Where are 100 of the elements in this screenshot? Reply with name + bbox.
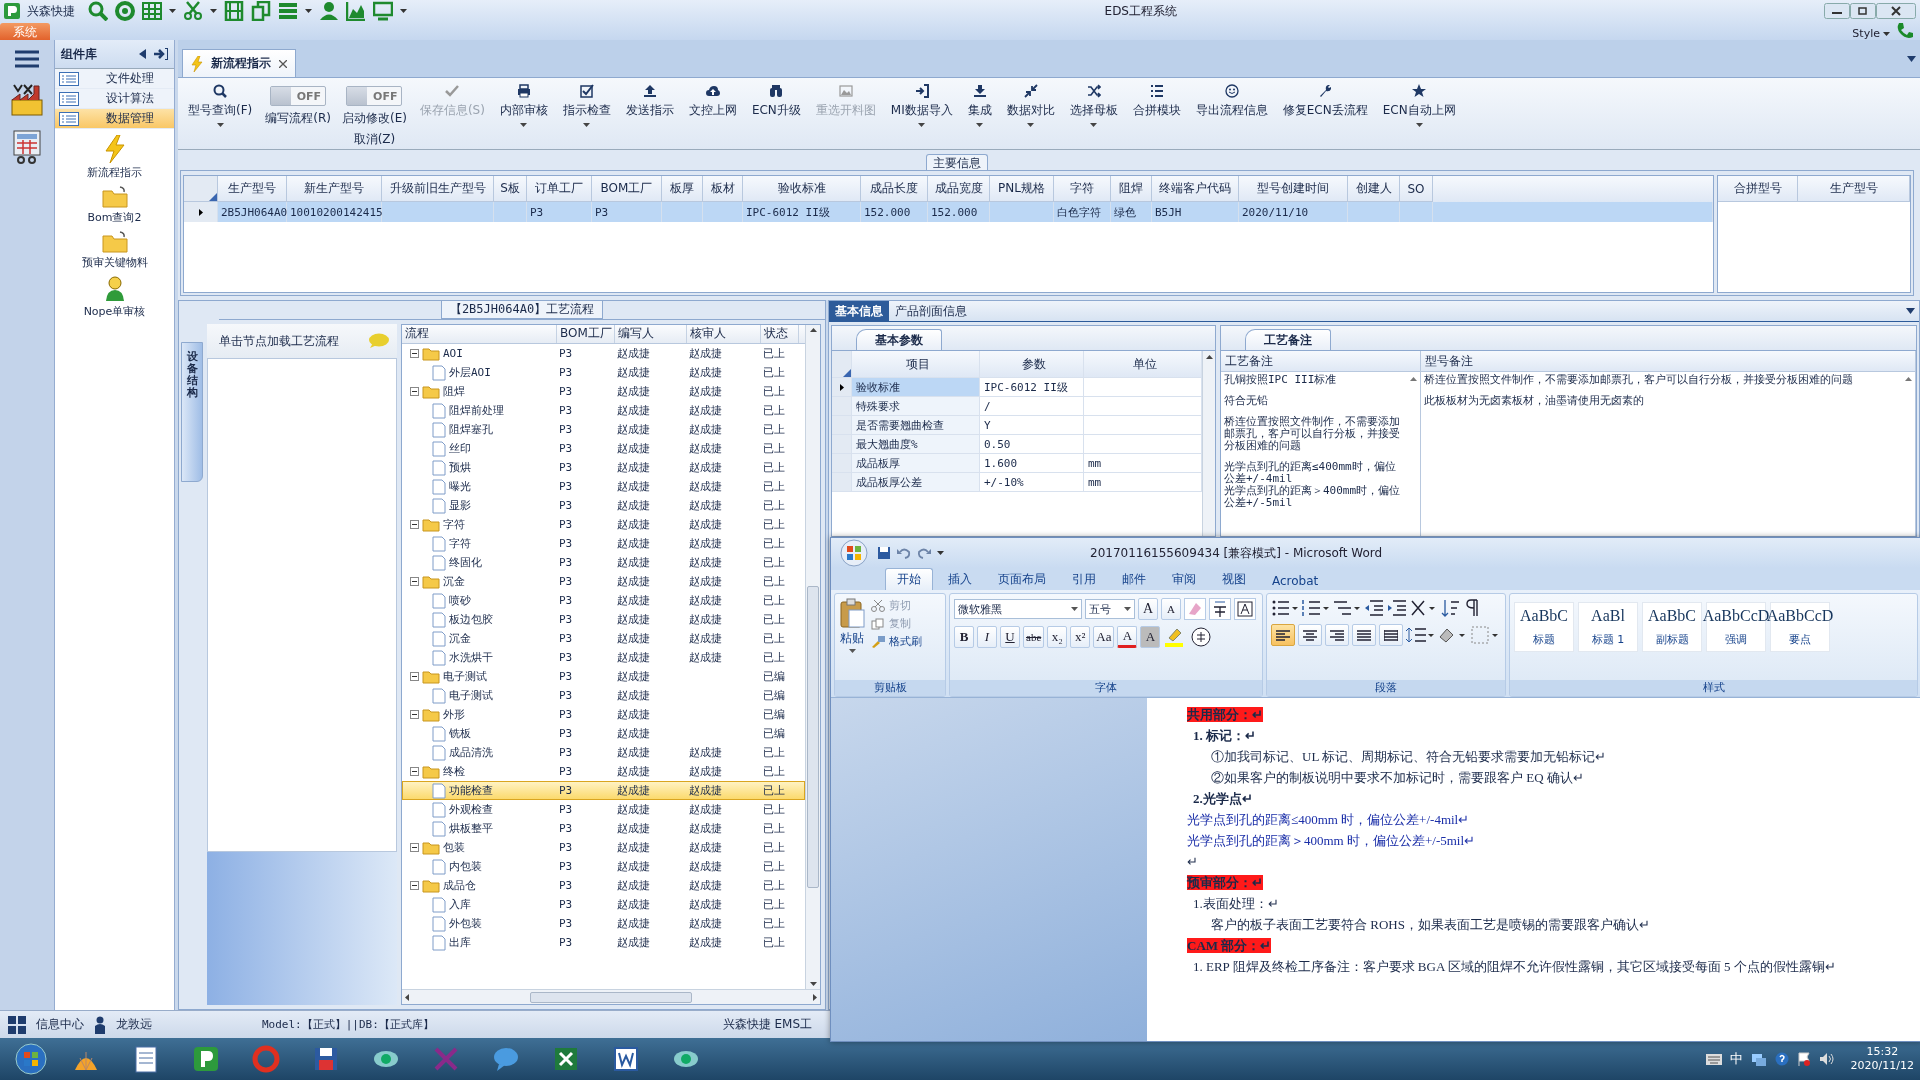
toolbar-button[interactable]: 数据对比 — [1004, 84, 1057, 127]
format-button[interactable]: x₂ — [1047, 626, 1068, 648]
format-button[interactable]: U — [1000, 626, 1020, 648]
toolbar-button[interactable]: 导出流程信息 — [1193, 84, 1270, 119]
table-row[interactable]: 成品板厚 1.600 mm — [832, 454, 1202, 473]
column-header[interactable]: 项目 — [852, 351, 980, 377]
clipboard-action[interactable]: 格式刷 — [871, 634, 922, 649]
ribbon-tab[interactable]: 邮件 — [1111, 569, 1157, 590]
tool-item[interactable]: Bom查询2 — [55, 186, 174, 225]
column-header[interactable]: 编写人 — [615, 325, 687, 343]
vertical-scrollbar[interactable] — [805, 325, 820, 989]
column-header[interactable]: 合拼型号 — [1718, 176, 1798, 202]
tool-item[interactable]: 新流程指示 — [55, 135, 174, 180]
toolbar-button[interactable]: 发送指示 — [623, 84, 676, 119]
status-text[interactable]: 信息中心 — [36, 1016, 84, 1033]
paste-button[interactable]: 粘贴 — [839, 598, 865, 676]
toolbar-button[interactable]: ECN升级 — [749, 84, 803, 119]
tree-cell-text: P3 — [558, 879, 574, 892]
toolbar-button[interactable]: MI数据导入 — [888, 84, 955, 127]
format-button[interactable]: B — [954, 626, 974, 648]
align-button[interactable] — [1379, 624, 1403, 646]
style-preset[interactable]: AaBbC 副标题 — [1642, 602, 1702, 652]
ribbon-tab[interactable]: 页面布局 — [987, 569, 1057, 590]
category-item[interactable]: 文件处理 — [55, 69, 174, 89]
ribbon-tab[interactable]: 审阅 — [1161, 569, 1207, 590]
font-size-field[interactable]: 五号 — [1085, 599, 1135, 619]
format-button[interactable]: A — [1140, 626, 1161, 648]
font-size-button[interactable]: A — [1138, 598, 1158, 620]
side-tab[interactable]: 设备结构 — [181, 342, 203, 482]
table-row[interactable]: 2B5JH064A0 10010200142415 P3 P3 IPC-6012 II级 152.000 152.000 白色字符 绿色 B5JH 2020/11/10 — [184, 202, 1713, 222]
document-icon — [432, 459, 446, 476]
tool-item[interactable]: 预审关键物料 — [55, 231, 174, 270]
format-button[interactable]: I — [977, 626, 997, 648]
font-name-field[interactable]: 微软雅黑 — [954, 599, 1082, 619]
table-row[interactable]: 验收标准 IPC-6012 II级 — [832, 378, 1202, 397]
style-preset[interactable]: AaBl 标题 1 — [1578, 602, 1638, 652]
toolbar-button[interactable]: 指示检查 — [560, 84, 613, 127]
column-header[interactable]: 状态 — [761, 325, 799, 343]
column-header[interactable]: 生产型号 — [1798, 176, 1910, 202]
tool-item[interactable]: Nope单审核 — [55, 276, 174, 319]
input-method[interactable]: 中 — [1729, 1050, 1743, 1068]
toolbar-button[interactable]: 集成 — [965, 84, 994, 127]
toggle-switch[interactable]: OFF — [270, 86, 327, 106]
style-name: 标题 1 — [1591, 632, 1625, 647]
ribbon-tab[interactable]: 视图 — [1211, 569, 1257, 590]
list-icon — [59, 71, 79, 86]
tree-cell-text: P3 — [558, 708, 574, 721]
toolbar-button[interactable]: 选择母板 — [1067, 84, 1120, 127]
lightning-icon — [103, 135, 126, 163]
align-button[interactable] — [1298, 624, 1322, 646]
align-button[interactable] — [1325, 624, 1349, 646]
sub-tab[interactable]: 基本参数 — [856, 329, 942, 350]
ribbon-tab[interactable]: Acrobat — [1261, 572, 1330, 590]
ribbon-tab[interactable]: 插入 — [937, 569, 983, 590]
horizontal-scrollbar[interactable] — [402, 989, 820, 1004]
category-item[interactable]: 设计算法 — [55, 89, 174, 109]
format-button[interactable]: x² — [1070, 626, 1091, 648]
document-icon — [432, 934, 446, 951]
table-row[interactable]: 是否需要翘曲检查 Y — [832, 416, 1202, 435]
format-button[interactable]: abe — [1023, 626, 1045, 648]
table-row[interactable]: 成品板厚公差 +/-10% mm — [832, 473, 1202, 492]
volume-icon — [1818, 1052, 1835, 1066]
group-label: 样式 — [1510, 680, 1917, 696]
ribbon-tab[interactable]: 开始 — [885, 568, 933, 590]
column-header[interactable]: 流程 — [402, 325, 557, 343]
toolbar-button[interactable]: 修复ECN丢流程 — [1280, 84, 1370, 119]
style-preset[interactable]: AaBbC 标题 — [1514, 602, 1574, 652]
vertical-scrollbar[interactable] — [1202, 351, 1215, 536]
column-header[interactable]: 核审人 — [687, 325, 761, 343]
toolbar-button[interactable]: 型号查询(F) — [186, 84, 255, 127]
align-button[interactable] — [1352, 624, 1376, 646]
format-button[interactable]: A — [1117, 626, 1138, 648]
font-size-button[interactable]: A — [1161, 598, 1181, 620]
ribbon-tab[interactable]: 引用 — [1061, 569, 1107, 590]
table-row[interactable]: 最大翘曲度% 0.50 — [832, 435, 1202, 454]
toolbar-button[interactable]: 内部审核 — [497, 84, 550, 127]
info-tab[interactable]: 基本信息 — [829, 301, 889, 321]
style-menu[interactable]: Style — [1852, 27, 1890, 40]
info-tab[interactable]: 产品剖面信息 — [889, 301, 973, 321]
tree-row[interactable]: 功能检查 P3 赵成捷 赵成捷 已上 — [402, 781, 805, 800]
table-row[interactable]: 特殊要求 / — [832, 397, 1202, 416]
tree-cell-text: 赵成捷 — [616, 688, 651, 703]
sub-tab[interactable]: 工艺备注 — [1245, 329, 1331, 350]
column-header[interactable]: 参数 — [980, 351, 1084, 377]
table-cell: Y — [980, 416, 1084, 434]
toggle-switch[interactable]: OFF — [346, 86, 403, 106]
toolbar-button[interactable]: 文控上网 — [686, 84, 739, 119]
film-icon — [224, 1, 244, 21]
tree-cell-text: 已编 — [762, 726, 786, 741]
tree-cell-text: 已上 — [762, 631, 786, 646]
tree-cell-text: P3 — [558, 499, 574, 512]
toolbar-button[interactable]: 合拼模块 — [1130, 84, 1183, 119]
column-header[interactable]: 工艺备注 — [1221, 351, 1421, 371]
column-header[interactable]: BOM工厂 — [557, 325, 615, 343]
toolbar-button[interactable]: ECN自动上网 — [1380, 84, 1458, 127]
document-tab[interactable]: 新流程指示 — [182, 49, 296, 77]
align-button[interactable] — [1271, 624, 1295, 646]
format-button[interactable]: Aa — [1093, 626, 1115, 648]
category-item[interactable]: 数据管理 — [55, 109, 174, 129]
column-header[interactable]: 型号备注 — [1421, 351, 1916, 371]
